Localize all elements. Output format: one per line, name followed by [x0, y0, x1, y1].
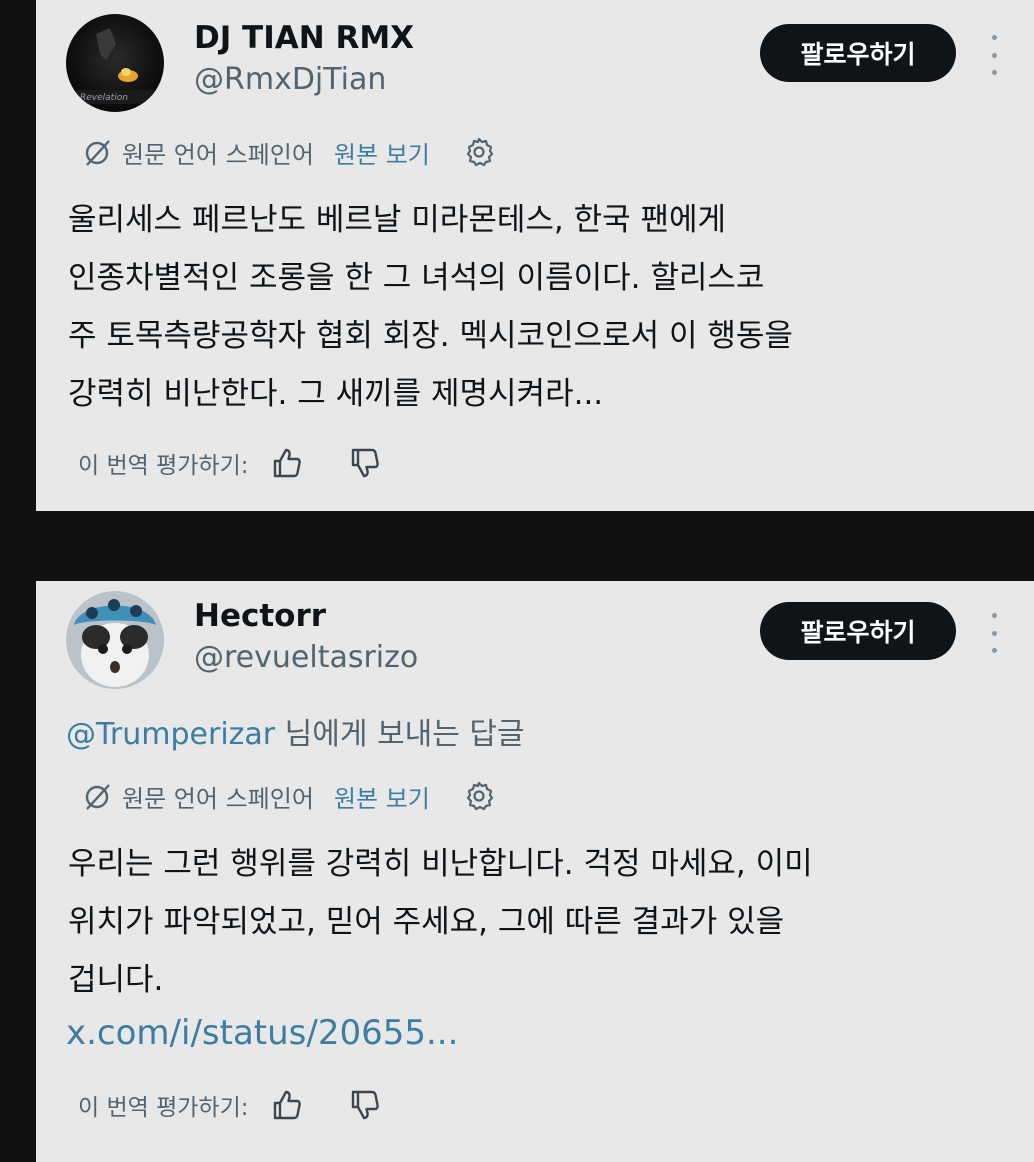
avatar[interactable]: Revelation [66, 14, 164, 112]
gear-icon[interactable] [462, 135, 496, 169]
post-text-line: 위치가 파악되었고, 믿어 주세요, 그에 따른 결과가 있을 [68, 904, 785, 940]
gear-icon[interactable] [462, 779, 496, 813]
source-language-label: 원문 언어 스페인어 [122, 140, 314, 169]
thumbs-down-icon[interactable] [347, 1087, 383, 1123]
follow-button[interactable]: 팔로우하기 [760, 602, 956, 660]
thumbs-up-icon[interactable] [269, 1087, 305, 1123]
rate-translation-label: 이 번역 평가하기: [78, 1095, 249, 1121]
post-text-line: 겁니다. [68, 962, 164, 998]
display-name[interactable]: Hectorr [194, 598, 326, 634]
avatar[interactable] [66, 591, 164, 689]
display-name[interactable]: DJ TIAN RMX [194, 20, 414, 56]
mention-link[interactable]: @Trumperizar [66, 717, 275, 752]
user-handle[interactable]: @RmxDjTian [194, 62, 386, 98]
follow-button[interactable]: 팔로우하기 [760, 24, 956, 82]
source-language-label: 원문 언어 스페인어 [122, 784, 314, 813]
post-text-line: 울리세스 페르난도 베르날 미라몬테스, 한국 팬에게 [68, 202, 727, 238]
post-text: 울리세스 페르난도 베르날 미라몬테스, 한국 팬에게 인종차별적인 조롱을 한… [68, 191, 1008, 423]
svg-text:Revelation: Revelation [80, 93, 128, 103]
post-text-line: 인종차별적인 조롱을 한 그 녀석의 이름이다. 할리스코 [68, 260, 765, 296]
translation-info: 원문 언어 스페인어 원본 보기 [80, 776, 496, 816]
thumbs-up-icon[interactable] [269, 445, 305, 481]
status-link[interactable]: x.com/i/status/20655... [66, 1011, 458, 1055]
thumbs-down-icon[interactable] [347, 445, 383, 481]
user-handle[interactable]: @revueltasrizo [194, 640, 418, 676]
rate-translation-label: 이 번역 평가하기: [78, 453, 249, 479]
post-text: 우리는 그런 행위를 강력히 비난합니다. 걱정 마세요, 이미 위치가 파악되… [68, 835, 1008, 1009]
reply-context-label: 님에게 보내는 답글 [275, 717, 525, 752]
show-original-link[interactable]: 원본 보기 [334, 135, 430, 170]
post-card: Hectorr @revueltasrizo 팔로우하기 @Trumperiza… [36, 581, 1034, 1162]
post-text-line: 주 토목측량공학자 협회 회장. 멕시코인으로서 이 행동을 [68, 318, 793, 354]
post-text-line: 우리는 그런 행위를 강력히 비난합니다. 걱정 마세요, 이미 [68, 846, 813, 882]
translation-info: 원문 언어 스페인어 원본 보기 [80, 132, 496, 172]
more-vertical-icon[interactable] [984, 613, 1004, 653]
rate-translation: 이 번역 평가하기: [78, 1083, 383, 1127]
reply-context: @Trumperizar 님에게 보내는 답글 [66, 715, 525, 755]
no-translate-icon [85, 784, 110, 810]
no-translate-icon [85, 140, 110, 166]
post-text-line: 강력히 비난한다. 그 새끼를 제명시켜라... [68, 376, 604, 412]
more-vertical-icon[interactable] [984, 35, 1004, 75]
show-original-link[interactable]: 원본 보기 [334, 779, 430, 814]
rate-translation: 이 번역 평가하기: [78, 441, 383, 485]
post-card: Revelation DJ TIAN RMX @RmxDjTian 팔로우하기 … [36, 0, 1034, 511]
